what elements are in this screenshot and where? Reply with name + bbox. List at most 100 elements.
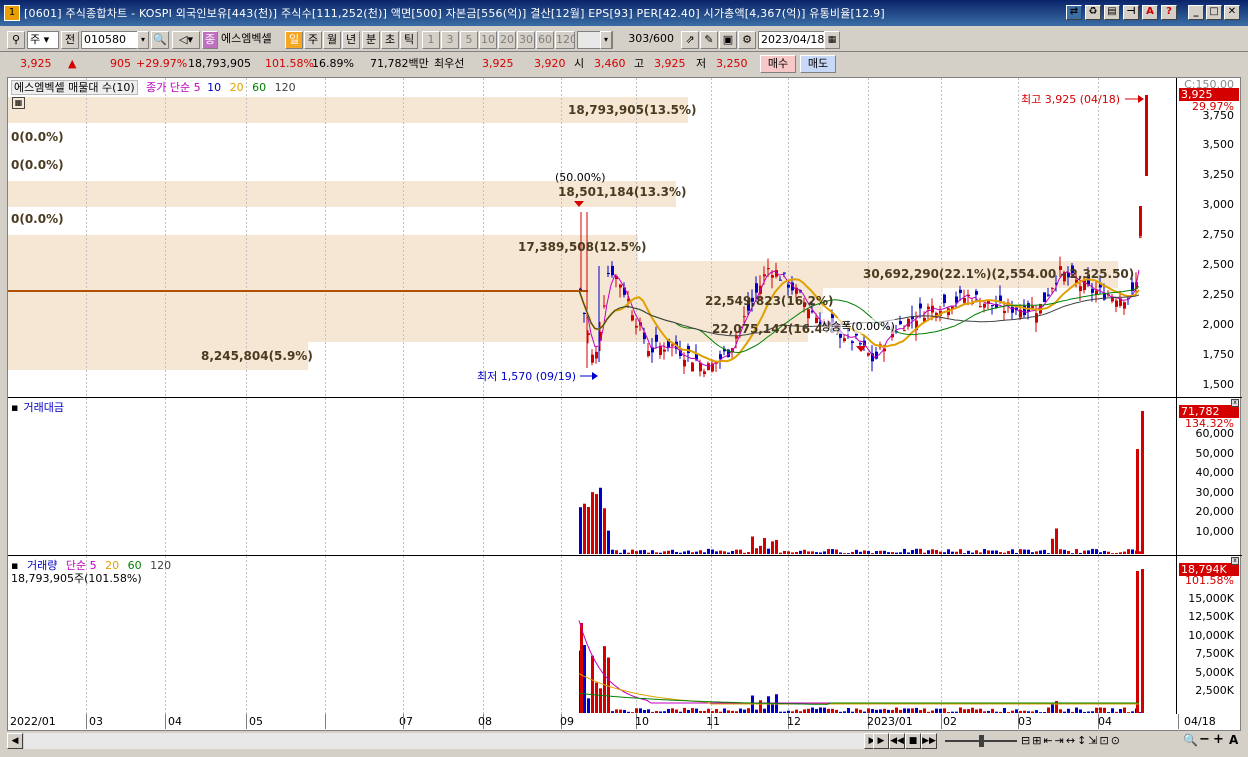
close-button[interactable]: ✕ bbox=[1224, 5, 1240, 20]
y-tick: 40,000 bbox=[1195, 466, 1235, 479]
price-pane[interactable]: 에스엠벡셀 매물대 수(10) 종가 단순 5 10 20 60 120 ▦ 1… bbox=[8, 78, 1178, 397]
volume-bar bbox=[1011, 710, 1014, 713]
volume-bar bbox=[611, 549, 614, 554]
pin-icon[interactable]: ⊣ bbox=[1123, 5, 1139, 20]
ma20-legend[interactable]: 20 bbox=[230, 81, 244, 94]
volume-bar bbox=[647, 709, 650, 713]
interval-5[interactable]: 5 bbox=[460, 31, 478, 49]
price-y-axis[interactable]: C:150.00 3,925 29.97% 3,750 3,500 3,250 … bbox=[1176, 78, 1240, 397]
calendar-icon[interactable]: ▦ bbox=[824, 31, 840, 49]
x-tick bbox=[325, 714, 326, 729]
tab-tick[interactable]: 틱 bbox=[400, 31, 418, 49]
amount-y-axis[interactable]: 71,782 134.32% 60,000 50,000 40,000 30,0… bbox=[1176, 398, 1240, 555]
market-select[interactable]: 주 ▾ bbox=[27, 31, 59, 49]
maximize-button[interactable]: □ bbox=[1206, 5, 1222, 20]
ma120-legend[interactable]: 120 bbox=[275, 81, 296, 94]
tab-day[interactable]: 일 bbox=[285, 31, 303, 49]
zoom-in-icon[interactable]: + bbox=[1213, 732, 1224, 747]
x-tick bbox=[1178, 714, 1179, 729]
volume-bar bbox=[1031, 552, 1034, 554]
rewind-icon[interactable]: ◀◀ bbox=[889, 733, 905, 749]
amount-legend-label[interactable]: 거래대금 bbox=[23, 401, 63, 414]
zoom-icon[interactable]: 🔍 bbox=[1183, 733, 1198, 747]
buy-button[interactable]: 매수 bbox=[760, 55, 796, 73]
pane-close-icon[interactable]: x bbox=[1231, 557, 1239, 565]
zoom-slider-thumb[interactable] bbox=[979, 735, 984, 747]
volume-ma120-legend[interactable]: 120 bbox=[150, 559, 171, 572]
chart-scrollbar[interactable]: ◀ ▶ ▶ ◀◀ ■ ▶▶ ⊟⊞⇤⇥↔↕⇲⊡⊙ 🔍 − + A bbox=[7, 731, 1241, 751]
scroll-track[interactable] bbox=[24, 733, 864, 749]
font-size-icon[interactable]: A bbox=[1229, 733, 1238, 747]
x-tick-label: 04 bbox=[1098, 715, 1112, 728]
volume-bar bbox=[983, 711, 986, 713]
favorite-icon[interactable]: 종 bbox=[202, 31, 218, 49]
custom-interval-dropdown-icon[interactable]: ▾ bbox=[600, 31, 612, 49]
interval-60[interactable]: 60 bbox=[536, 31, 554, 49]
grid-toggle-icon[interactable]: ▦ bbox=[12, 97, 25, 109]
volume-bar bbox=[747, 552, 750, 554]
y-tick: 2,000 bbox=[1202, 318, 1235, 331]
link-icon[interactable]: ⇄ bbox=[1066, 5, 1082, 20]
settings-icon[interactable]: ▤ bbox=[1104, 5, 1120, 20]
interval-30[interactable]: 30 bbox=[517, 31, 535, 49]
tab-month[interactable]: 월 bbox=[323, 31, 341, 49]
tool-icon[interactable]: ✎ bbox=[700, 31, 718, 49]
help-icon[interactable]: ? bbox=[1161, 5, 1177, 20]
quote-low: 3,250 bbox=[716, 57, 748, 70]
interval-3[interactable]: 3 bbox=[441, 31, 459, 49]
bar-count[interactable]: 303/600 bbox=[616, 31, 676, 49]
lock-icon[interactable]: ⚲ bbox=[7, 31, 25, 49]
scroll-left-button[interactable]: ◀ bbox=[7, 733, 23, 749]
interval-20[interactable]: 20 bbox=[498, 31, 516, 49]
volume-bar bbox=[871, 553, 874, 554]
tab-week[interactable]: 주 bbox=[304, 31, 322, 49]
volume-bar bbox=[687, 550, 690, 554]
pattern-icon[interactable]: ⇗ bbox=[681, 31, 699, 49]
sell-button[interactable]: 매도 bbox=[800, 55, 836, 73]
chart-area[interactable]: 에스엠벡셀 매물대 수(10) 종가 단순 5 10 20 60 120 ▦ 1… bbox=[7, 77, 1242, 714]
tab-minute[interactable]: 분 bbox=[362, 31, 380, 49]
zoom-out-icon[interactable]: − bbox=[1199, 732, 1210, 747]
tab-second[interactable]: 초 bbox=[381, 31, 399, 49]
search-icon[interactable]: 🔍 bbox=[151, 31, 169, 49]
code-dropdown-icon[interactable]: ▾ bbox=[137, 31, 149, 49]
ma60-legend[interactable]: 60 bbox=[252, 81, 266, 94]
prev-button[interactable]: 전 bbox=[61, 31, 79, 49]
tab-year[interactable]: 년 bbox=[342, 31, 360, 49]
candle-body bbox=[719, 354, 722, 359]
profile-legend[interactable]: 에스엠벡셀 매물대 수(10) bbox=[11, 80, 138, 95]
volume-y-axis[interactable]: 18,794K 101.58% 15,000K 12,500K 10,000K … bbox=[1176, 556, 1240, 714]
volume-bar bbox=[819, 552, 822, 554]
volume-bar bbox=[935, 549, 938, 554]
interval-1[interactable]: 1 bbox=[422, 31, 440, 49]
candle-body bbox=[1047, 294, 1050, 296]
save-icon[interactable]: ▣ bbox=[719, 31, 737, 49]
candle-body bbox=[671, 344, 674, 346]
candle-body bbox=[691, 362, 694, 372]
refresh-icon[interactable]: ♻ bbox=[1085, 5, 1101, 20]
candle-body bbox=[1035, 313, 1038, 323]
ma5-legend[interactable]: 종가 단순 5 bbox=[146, 81, 200, 94]
volume-bar bbox=[927, 711, 930, 713]
minimize-button[interactable]: _ bbox=[1188, 5, 1204, 20]
amount-legend[interactable]: ▪ 거래대금 bbox=[11, 399, 69, 415]
volume-bar bbox=[823, 707, 826, 713]
volume-pane[interactable]: ▪ 거래량 단순 5 20 60 120 18,793,905주(101.58%… bbox=[8, 556, 1178, 714]
stop-icon[interactable]: ■ bbox=[905, 733, 921, 749]
ma10-legend[interactable]: 10 bbox=[207, 81, 221, 94]
speaker-icon[interactable]: ◁▾ bbox=[172, 31, 200, 49]
gear-icon[interactable]: ⚙ bbox=[738, 31, 756, 49]
fast-forward-icon[interactable]: ▶▶ bbox=[921, 733, 937, 749]
interval-120[interactable]: 120 bbox=[555, 31, 575, 49]
volume-bar bbox=[831, 708, 834, 713]
amount-pane[interactable]: ▪ 거래대금 bbox=[8, 398, 1178, 555]
pane-close-icon[interactable]: x bbox=[1231, 399, 1239, 407]
date-input[interactable]: 2023/04/18 bbox=[758, 31, 828, 49]
font-icon[interactable]: A bbox=[1142, 5, 1158, 20]
chart-tool-icons[interactable]: ⊟⊞⇤⇥↔↕⇲⊡⊙ bbox=[1021, 734, 1122, 747]
volume-bar bbox=[691, 708, 694, 713]
interval-10[interactable]: 10 bbox=[479, 31, 497, 49]
volume-bar bbox=[699, 550, 702, 554]
volume-bar bbox=[1019, 549, 1022, 554]
play-icon[interactable]: ▶ bbox=[873, 733, 889, 749]
